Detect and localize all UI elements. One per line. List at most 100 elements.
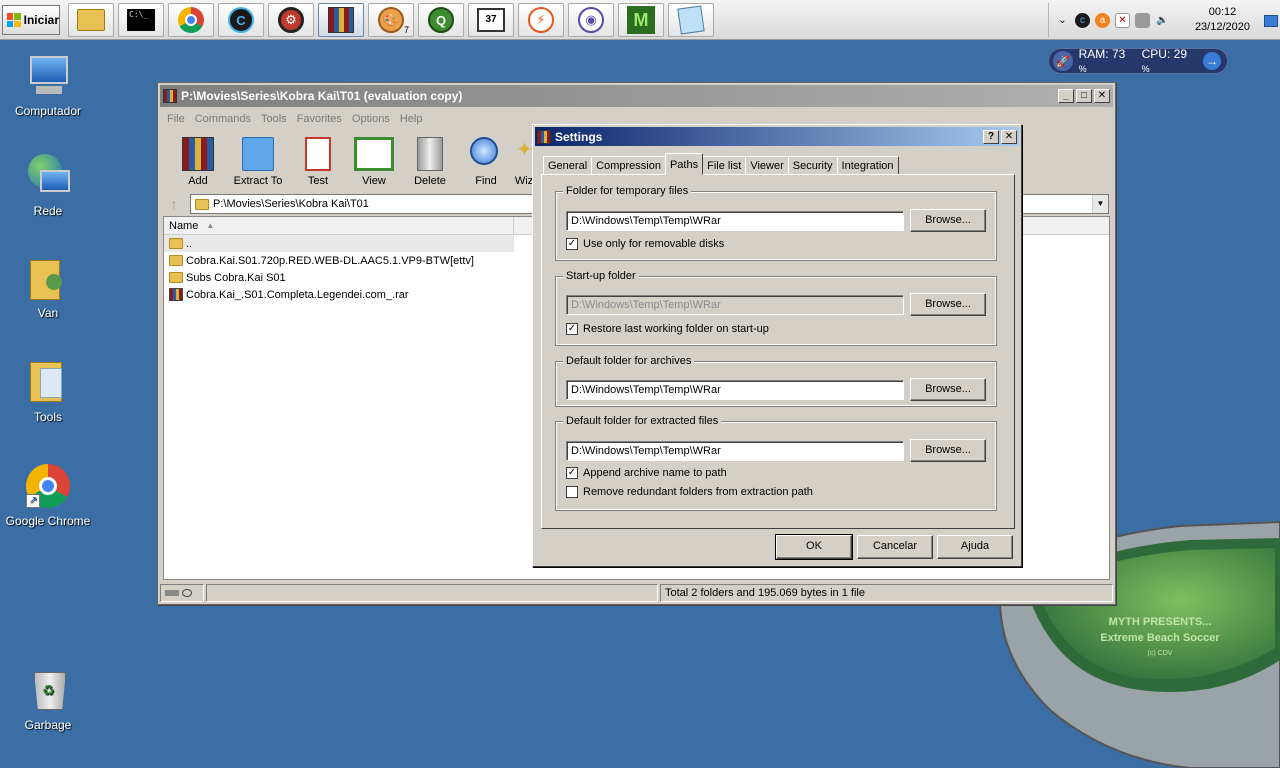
- dropdown-arrow-icon[interactable]: ▼: [1092, 195, 1108, 213]
- file-name: Subs Cobra.Kai S01: [186, 271, 286, 284]
- find-button[interactable]: Find: [458, 137, 514, 187]
- archives-browse-button[interactable]: Browse...: [910, 378, 986, 401]
- tab-security[interactable]: Security: [787, 156, 838, 175]
- taskbar-file-explorer[interactable]: [68, 3, 114, 37]
- help-question-button[interactable]: ?: [983, 129, 999, 144]
- find-label: Find: [475, 175, 497, 187]
- desktop-icon-computer[interactable]: Computador: [0, 54, 96, 118]
- wizard-button[interactable]: ✦ Wiz: [514, 137, 534, 187]
- window-title: P:\Movies\Series\Kobra Kai\T01 (evaluati…: [181, 89, 463, 103]
- tab-general[interactable]: General: [543, 156, 593, 175]
- taskbar-pc-repair[interactable]: ⚙: [268, 3, 314, 37]
- cancel-button[interactable]: Cancelar: [857, 535, 933, 559]
- security-alert-tray-icon[interactable]: ✕: [1115, 12, 1130, 28]
- notepad-icon: [677, 5, 705, 35]
- sort-ascending-icon: ▲: [206, 221, 215, 230]
- extracted-browse-button[interactable]: Browse...: [910, 439, 986, 462]
- taskbar-command-prompt[interactable]: C:\_: [118, 3, 164, 37]
- taskbar-paint[interactable]: 🎨 7: [368, 3, 414, 37]
- archives-folder-group: Default folder for archives D:\Windows\T…: [555, 355, 997, 407]
- taskbar-video-editor[interactable]: 37: [468, 3, 514, 37]
- extract-to-button[interactable]: Extract To: [226, 137, 290, 187]
- winrar-app-icon: [163, 89, 177, 103]
- temp-browse-button[interactable]: Browse...: [910, 209, 986, 232]
- checkbox-checked-icon: ✓: [566, 238, 578, 250]
- clock[interactable]: 00:12 23/12/2020: [1195, 5, 1250, 35]
- close-button[interactable]: ✕: [1094, 89, 1110, 103]
- recycle-bin-icon: ♻: [26, 668, 70, 712]
- menu-options[interactable]: Options: [347, 113, 395, 125]
- up-folder-icon[interactable]: ↑: [164, 196, 184, 212]
- test-button[interactable]: Test: [290, 137, 346, 187]
- menu-help[interactable]: Help: [395, 113, 428, 125]
- maximize-button[interactable]: □: [1076, 89, 1092, 103]
- taskbar-muvia[interactable]: M: [618, 3, 664, 37]
- tab-viewer[interactable]: Viewer: [745, 156, 789, 175]
- winrar-titlebar[interactable]: P:\Movies\Series\Kobra Kai\T01 (evaluati…: [160, 85, 1113, 107]
- append-archive-name-checkbox[interactable]: ✓ Append archive name to path: [566, 467, 727, 479]
- gadget-line-2: Extreme Beach Soccer: [1100, 632, 1220, 644]
- video-editor-icon: 37: [477, 8, 505, 32]
- extract-to-label: Extract To: [233, 175, 283, 187]
- tab-paths[interactable]: Paths: [664, 153, 704, 175]
- list-item[interactable]: ..: [164, 235, 514, 252]
- ok-button[interactable]: OK: [775, 534, 853, 560]
- tab-compression[interactable]: Compression: [591, 156, 666, 175]
- desktop-icon-tools[interactable]: Tools: [0, 360, 96, 424]
- windows-logo-icon: [7, 13, 21, 27]
- taskbar-notepad[interactable]: [668, 3, 714, 37]
- menu-file[interactable]: File: [162, 113, 190, 125]
- trash-icon: [417, 137, 443, 171]
- group-title: Default folder for archives: [563, 355, 695, 367]
- remove-redundant-folders-checkbox[interactable]: Remove redundant folders from extraction…: [566, 486, 813, 498]
- settings-dialog[interactable]: Settings ? ✕ General Compression Paths F…: [532, 124, 1022, 567]
- settings-titlebar[interactable]: Settings ? ✕: [535, 127, 1019, 146]
- archives-folder-input[interactable]: D:\Windows\Temp\Temp\WRar: [566, 380, 904, 400]
- startup-browse-button[interactable]: Browse...: [910, 293, 986, 316]
- parent-folder-icon: [169, 238, 183, 249]
- restore-folder-checkbox[interactable]: ✓ Restore last working folder on start-u…: [566, 323, 769, 335]
- paint-palette-icon: 🎨: [378, 7, 404, 33]
- avast-tray-icon[interactable]: a: [1095, 12, 1110, 28]
- show-desktop-button[interactable]: [1264, 15, 1278, 27]
- volume-tray-icon[interactable]: 🔈: [1155, 13, 1170, 28]
- taskbar-globe-search[interactable]: Q: [418, 3, 464, 37]
- start-button[interactable]: Iniciar: [2, 5, 60, 35]
- desktop-icon-network[interactable]: Rede: [0, 154, 96, 218]
- ccleaner-tray-icon[interactable]: c: [1075, 12, 1090, 28]
- close-button[interactable]: ✕: [1001, 129, 1017, 144]
- group-title: Default folder for extracted files: [563, 415, 722, 427]
- removable-disks-checkbox[interactable]: ✓ Use only for removable disks: [566, 238, 724, 250]
- extracted-folder-input[interactable]: D:\Windows\Temp\Temp\WRar: [566, 441, 904, 461]
- system-monitor-widget[interactable]: 🚀 RAM: 73 % CPU: 29 % →: [1048, 47, 1228, 74]
- test-clipboard-icon: [305, 137, 331, 171]
- taskbar-flash[interactable]: ⚡: [518, 3, 564, 37]
- desktop-icon-chrome[interactable]: ↗ Google Chrome: [0, 464, 96, 528]
- view-button[interactable]: View: [346, 137, 402, 187]
- menu-tools[interactable]: Tools: [256, 113, 292, 125]
- temp-folder-group: Folder for temporary files D:\Windows\Te…: [555, 185, 997, 261]
- network-tray-icon[interactable]: [1135, 12, 1150, 28]
- column-name[interactable]: Name ▲: [164, 217, 514, 234]
- menu-favorites[interactable]: Favorites: [292, 113, 347, 125]
- delete-button[interactable]: Delete: [402, 137, 458, 187]
- taskbar-ccleaner[interactable]: C: [218, 3, 264, 37]
- desktop-icon-recycle-bin[interactable]: ♻ Garbage: [0, 668, 96, 732]
- arrow-right-icon[interactable]: →: [1203, 52, 1221, 70]
- checkbox-unchecked-icon: [566, 486, 578, 498]
- tab-file-list[interactable]: File list: [702, 156, 747, 175]
- tab-integration[interactable]: Integration: [836, 156, 899, 175]
- tray-expand-icon[interactable]: ⌄: [1055, 13, 1070, 28]
- column-name-label: Name: [169, 219, 199, 232]
- temp-folder-input[interactable]: D:\Windows\Temp\Temp\WRar: [566, 211, 904, 231]
- desktop-icon-user-folder[interactable]: Van: [0, 256, 96, 320]
- checkbox-checked-icon: ✓: [566, 323, 578, 335]
- help-button[interactable]: Ajuda: [937, 535, 1013, 559]
- add-button[interactable]: Add: [170, 137, 226, 187]
- taskbar-winrar[interactable]: [318, 3, 364, 37]
- minimize-button[interactable]: _: [1058, 89, 1074, 103]
- taskbar-torrent[interactable]: ◉: [568, 3, 614, 37]
- menu-commands[interactable]: Commands: [190, 113, 256, 125]
- taskbar-chrome[interactable]: [168, 3, 214, 37]
- startup-folder-input[interactable]: D:\Windows\Temp\Temp\WRar: [566, 295, 904, 315]
